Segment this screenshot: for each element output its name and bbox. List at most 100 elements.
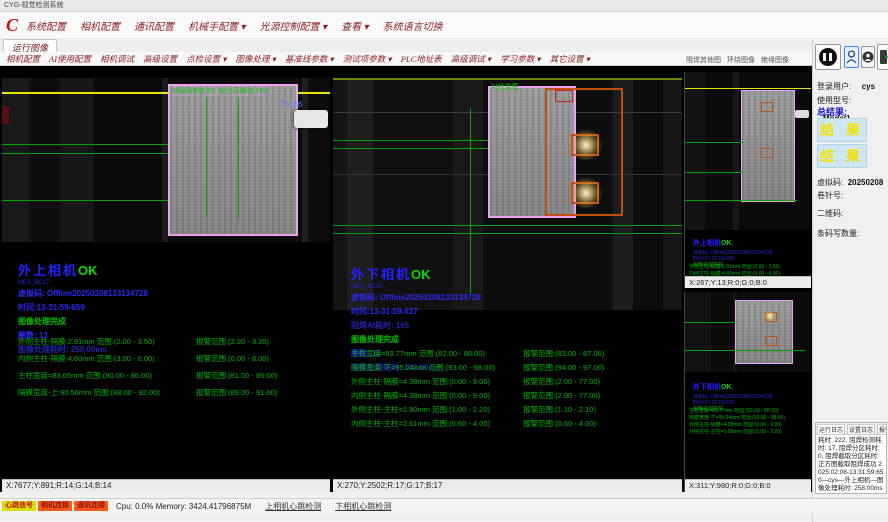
tool-camera-config[interactable]: 相机配置: [6, 53, 40, 65]
lower-camera-heartbeat-link[interactable]: 下相机心跳检测: [335, 501, 391, 512]
login-user-button[interactable]: [844, 46, 859, 68]
tab-run-image[interactable]: 运行图像: [3, 39, 57, 52]
tool-advanced-settings[interactable]: 高级设置: [143, 53, 177, 65]
pause-button[interactable]: [815, 44, 841, 70]
tool-learning-params[interactable]: 学习参数 ▾: [500, 53, 540, 65]
overlay-orange-box-small: [765, 336, 777, 346]
tool-spot-check[interactable]: 点检设置 ▾: [186, 53, 226, 65]
overlay-green-line: [685, 142, 743, 143]
inspected-part: [168, 84, 298, 236]
measurement-text: 外侧主柱-主柱=1.90mm 范围:(1.00 - 2.20): [351, 404, 523, 415]
log-tab-errors[interactable]: 报错日志: [877, 424, 887, 434]
thumbnail-tabs: 阻焊其他图 环绕图像 绝缘图像: [686, 55, 812, 66]
pixel-value-label: 73, 66: [280, 100, 302, 109]
thumbnail-image-upper[interactable]: [685, 72, 811, 230]
title-bar: CYG-视觉检测系统: [0, 0, 888, 12]
comm-connection-badge: 通讯连接: [74, 501, 108, 511]
tool-image-processing[interactable]: 图像处理 ▾: [235, 53, 275, 65]
overlay-green-line: [685, 322, 737, 323]
measurement-text: 隔膜宽度-上:90.56mm 范围:(88.00 - 92.00): [18, 387, 196, 398]
thumbnail-panel-lower[interactable]: 外下相机OK 虚拟码: Offline20250208133134728 时间:…: [684, 292, 811, 492]
measurement-text: 外侧主柱-隔膜=4.38mm 范围:(0.00 - 9.00): [351, 376, 523, 387]
tool-test-params[interactable]: 测试项参数 ▾: [343, 53, 392, 65]
menu-bar: C 系统配置 相机配置 通讯配置 机械手配置 ▾ 光源控制配置 ▾ 查看 ▾ 系…: [0, 12, 888, 39]
overlay-green-line: [685, 350, 805, 351]
menu-language-switch[interactable]: 系统语言切换: [383, 18, 443, 33]
log-content: 耗时: 222, 阻焊检测耗时: 17, 阻焊分区耗时: 0, 阻焊截取分区耗时…: [816, 435, 886, 494]
measurement-text: 外侧主柱-主柱=1.90mm 范围:(1.00 - 2.20): [689, 429, 809, 436]
exit-button[interactable]: [877, 44, 888, 70]
measurement-text: 隔膜宽度-下=95.24mm 范围:(93.00 - 98.00): [689, 415, 809, 422]
thumbnail-panel-upper[interactable]: 外上相机OK 虚拟码: Offline20250208133134728 时间:…: [684, 72, 811, 288]
gap-measure-label: N极间隙值:93, 吸合间隙值:100: [172, 86, 267, 96]
thumbnail-image-lower[interactable]: [685, 292, 811, 372]
measurement-text: 外侧主柱-隔膜:2.91mm 范围:(2.00 - 3.50): [689, 264, 809, 271]
weld-glow-spot: [763, 310, 777, 322]
measurement-text: 内侧主柱-主柱=2.61mm 范围:(0.60 - 4.00): [351, 418, 523, 429]
user-icon: [846, 50, 857, 64]
mes-tag-label: MES_BC10: [351, 284, 481, 290]
tool-camera-debug[interactable]: 相机调试: [100, 53, 134, 65]
total-result-label: 总结果:: [817, 105, 847, 118]
app-logo-icon: C: [6, 15, 18, 35]
ai-elapsed-line: 阻焊AI耗时: 165: [351, 320, 481, 331]
connector-part: [294, 110, 328, 128]
menu-light-config[interactable]: 光源控制配置 ▾: [260, 18, 328, 33]
log-tabs: 运行日志 设置日志 报错日志: [816, 423, 886, 435]
overlay-green-line: [2, 153, 172, 154]
log-tab-settings[interactable]: 设置日志: [847, 424, 875, 434]
tool-plc-address-table[interactable]: PLC地址表: [401, 53, 442, 65]
measurement-list: 外侧主柱-隔膜:2.91mm 范围:(2.00 - 3.50) 报警范围:(2.…: [18, 336, 328, 398]
switch-user-button[interactable]: [861, 46, 875, 68]
app-window: CYG-视觉检测系统 C 系统配置 相机配置 通讯配置 机械手配置 ▾ 光源控制…: [0, 0, 888, 522]
mes-tag-label: MES_BC17: [18, 280, 148, 286]
tool-ai-usage-config[interactable]: AI使用配置: [49, 53, 91, 65]
virtual-code-value: 20250208: [848, 178, 884, 187]
camera-image-upper[interactable]: N极间隙值:93, 吸合间隙值:100 73, 66: [2, 78, 330, 242]
result-ok-label: OK: [411, 267, 431, 282]
pixel-coordinate-bar: X:311;Y:980;R:0;G:0;B:0: [685, 479, 811, 492]
menu-robot-config[interactable]: 机械手配置 ▾: [188, 18, 246, 33]
upper-camera-heartbeat-link[interactable]: 上相机心跳检测: [265, 501, 321, 512]
virtual-code-row: 虚拟码: 20250208: [817, 172, 883, 190]
menu-system-config[interactable]: 系统配置: [26, 18, 66, 33]
qr-code-label: 二维码:: [817, 208, 843, 219]
measurement-text: 隔膜宽度-下=95.24mm 范围:(93.00 - 98.00): [351, 362, 523, 373]
menu-camera-config[interactable]: 相机配置: [80, 18, 120, 33]
menu-comm-config[interactable]: 通讯配置: [134, 18, 174, 33]
heartbeat-status-badge: 心跳信号: [2, 501, 36, 511]
alarm-range: 报警范围:(94.00 - 97.00): [523, 362, 604, 373]
pause-icon: [819, 48, 837, 66]
thumb-tab-insulation[interactable]: 绝缘图像: [761, 55, 789, 66]
thumb-tab-surround[interactable]: 环绕图像: [727, 55, 755, 66]
overlay-green-line: [333, 233, 682, 234]
menu-view[interactable]: 查看 ▾: [341, 18, 369, 33]
measurement-list: 主柱宽度=83.77mm 范围:(82.00 - 88.00) 报警范围:(83…: [351, 348, 676, 429]
tool-advanced-debug[interactable]: 高级调试 ▾: [451, 53, 491, 65]
virtual-code-label: 虚拟码:: [817, 178, 843, 187]
overlay-orange-box-small: [761, 148, 773, 158]
right-sidebar: 登录用户: cys 使用型号: Model1 总结果: 结 果 结 果 虚拟码:…: [812, 40, 888, 522]
alarm-range: 报警范围:(83.00 - 87.00): [523, 348, 604, 359]
result-ok-label: OK: [78, 263, 98, 278]
overlay-yellow-line: [685, 88, 811, 89]
pin-number-label: 卷针号:: [817, 190, 843, 201]
measurement-text: 外侧主柱-隔膜=4.38mm 范围:(0.00 - 9.00): [689, 422, 809, 429]
tool-other-settings[interactable]: 其它设置 ▾: [550, 53, 590, 65]
result-ok-label: OK: [721, 240, 732, 247]
overlay-green-line: [333, 225, 682, 226]
measurement-text: 外侧主柱-隔膜:2.91mm 范围:(2.00 - 3.50): [18, 336, 196, 347]
overlay-green-line: [685, 172, 743, 173]
window-title: CYG-视觉检测系统: [4, 2, 64, 9]
tool-baseline-params[interactable]: 基准线参数 ▾: [285, 53, 334, 65]
exit-door-icon: [879, 49, 888, 65]
overlay-green-line: [685, 200, 797, 201]
thumb-tab-other[interactable]: 阻焊其他图: [686, 55, 721, 66]
log-tab-run[interactable]: 运行日志: [817, 424, 845, 434]
overlay-green-line: [238, 98, 239, 218]
overlay-green-line: [333, 148, 498, 149]
measurement-text: 内侧主柱-隔膜:4.60mm 范围:(3.00 - 6.00): [18, 353, 196, 364]
barcode-line: 虚拟码: Offline20250208133134728: [18, 288, 148, 299]
alarm-range: 报警范围:(81.00 - 85.00): [196, 370, 277, 381]
tab-strip: 运行图像: [0, 38, 888, 53]
